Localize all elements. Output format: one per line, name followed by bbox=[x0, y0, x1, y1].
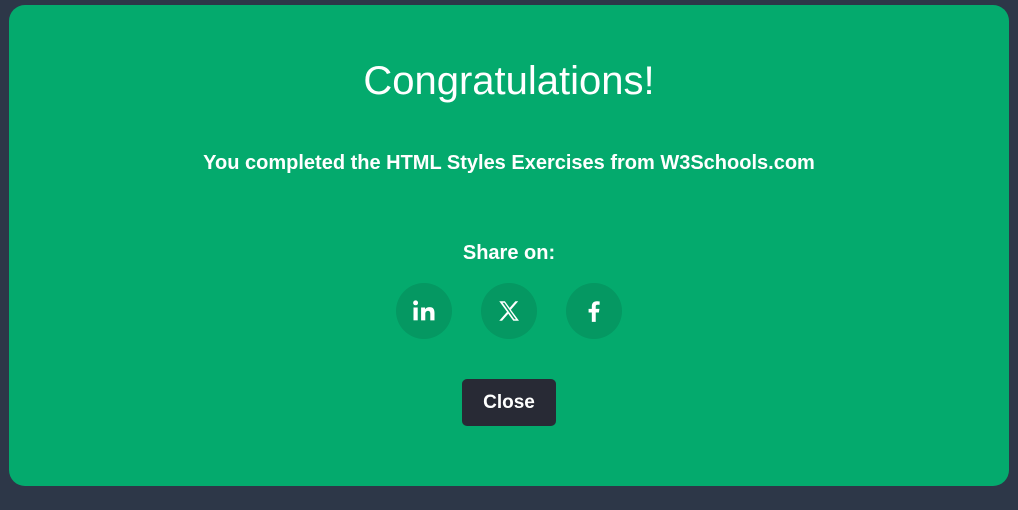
close-button[interactable]: Close bbox=[462, 379, 556, 426]
facebook-icon bbox=[588, 301, 600, 322]
share-facebook-button[interactable] bbox=[566, 283, 622, 339]
modal-title: Congratulations! bbox=[363, 59, 655, 103]
share-x-button[interactable] bbox=[481, 283, 537, 339]
x-icon bbox=[499, 301, 519, 321]
modal-subtitle: You completed the HTML Styles Exercises … bbox=[203, 152, 815, 174]
congratulations-modal: Congratulations! You completed the HTML … bbox=[9, 5, 1009, 486]
linkedin-icon bbox=[413, 300, 435, 321]
share-buttons bbox=[9, 283, 1009, 339]
share-label: Share on: bbox=[462, 242, 556, 264]
share-linkedin-button[interactable] bbox=[396, 283, 452, 339]
